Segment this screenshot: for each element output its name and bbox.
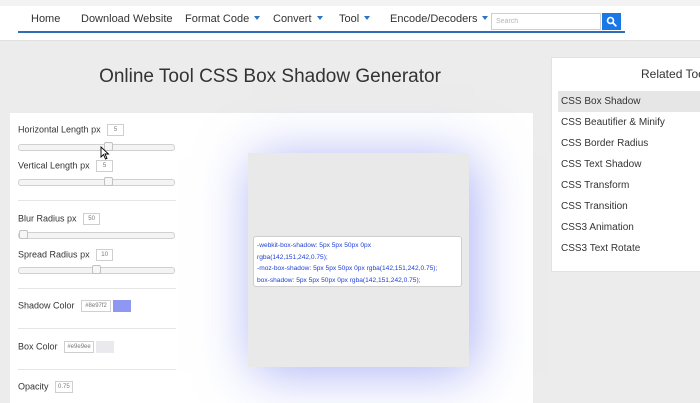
divider <box>18 328 176 329</box>
opacity-value[interactable]: 0.75 <box>55 381 73 393</box>
nav-encode-decoders-label: Encode/Decoders <box>390 13 478 25</box>
related-tools-panel: Related Tools CSS Box Shadow CSS Beautif… <box>551 57 700 272</box>
box-color-value[interactable]: #e9e9ee <box>64 341 95 353</box>
controls-panel: Horizontal Length px 5 Vertical Length p… <box>10 113 185 403</box>
vertical-length-row: Vertical Length px 5 <box>18 160 114 172</box>
divider <box>18 200 176 201</box>
horizontal-length-label: Horizontal Length <box>18 124 89 135</box>
divider <box>18 288 176 289</box>
spread-radius-slider[interactable] <box>18 265 175 274</box>
shadow-color-row: Shadow Color #8e97f2 <box>18 300 132 312</box>
box-color-swatch[interactable] <box>96 341 115 353</box>
nav-home-label: Home <box>31 13 61 25</box>
horizontal-length-slider[interactable] <box>18 142 175 151</box>
spread-radius-row: Spread Radius px 10 <box>18 249 114 261</box>
chevron-down-icon <box>254 16 261 21</box>
shadow-color-label: Shadow Color <box>18 300 75 311</box>
related-item[interactable]: CSS Text Shadow <box>558 154 700 175</box>
spread-radius-value[interactable]: 10 <box>96 249 114 261</box>
code-line: box-shadow: 5px 5px 50px 0px rgba(142,15… <box>257 276 421 284</box>
css-output-box[interactable]: -webkit-box-shadow: 5px 5px 50px 0px rgb… <box>253 236 462 287</box>
box-color-label: Box Color <box>18 341 58 352</box>
chevron-down-icon <box>364 16 371 21</box>
box-color-row: Box Color #e9e9ee <box>18 341 115 353</box>
blur-radius-row: Blur Radius px 50 <box>18 213 101 225</box>
blur-radius-handle[interactable] <box>19 230 28 239</box>
shadow-color-swatch[interactable] <box>113 300 132 312</box>
related-item[interactable]: CSS Beautifier & Minify <box>558 112 700 133</box>
divider <box>18 369 176 370</box>
related-item[interactable]: CSS3 Animation <box>558 217 700 238</box>
unit-label: px <box>80 249 90 260</box>
code-line: -webkit-box-shadow: 5px 5px 50px 0px <box>257 242 371 249</box>
vertical-length-handle[interactable] <box>104 177 113 186</box>
nav-tool-label: Tool <box>339 13 360 25</box>
related-tools-title: Related Tools <box>641 67 700 81</box>
spread-radius-handle[interactable] <box>92 265 101 274</box>
unit-label: px <box>91 124 101 135</box>
page-title: Online Tool CSS Box Shadow Generator <box>99 66 441 87</box>
related-item[interactable]: CSS3 Text Rotate <box>558 238 700 259</box>
blur-radius-slider[interactable] <box>18 230 175 239</box>
browser-strip <box>0 0 700 6</box>
vertical-length-slider[interactable] <box>18 177 175 186</box>
blur-radius-value[interactable]: 50 <box>83 213 101 225</box>
nav-format-code-label: Format Code <box>185 13 250 25</box>
top-navbar: Home Download Website Format Code Conver… <box>0 0 700 41</box>
nav-underline <box>18 31 625 33</box>
nav-convert-label: Convert <box>273 13 312 25</box>
chevron-down-icon <box>482 16 489 21</box>
horizontal-length-value[interactable]: 5 <box>107 124 125 136</box>
nav-encode-decoders[interactable]: Encode/Decoders <box>390 13 489 25</box>
nav-download-website-label: Download Website <box>81 13 173 25</box>
nav-format-code[interactable]: Format Code <box>185 13 261 25</box>
unit-label: px <box>67 213 77 224</box>
code-line: -moz-box-shadow: 5px 5px 50px 0px rgba(1… <box>257 265 438 272</box>
nav-home[interactable]: Home <box>31 13 60 25</box>
shadow-color-value[interactable]: #8e97f2 <box>81 300 112 312</box>
nav-tool[interactable]: Tool <box>339 13 371 25</box>
code-line: rgba(142,151,242,0.75); <box>257 253 328 261</box>
nav-download-website[interactable]: Download Website <box>81 13 173 25</box>
opacity-label: Opacity <box>18 381 49 392</box>
related-item[interactable]: CSS Transform <box>558 175 700 196</box>
related-item[interactable]: CSS Box Shadow <box>558 91 700 112</box>
related-item[interactable]: CSS Transition <box>558 196 700 217</box>
search-icon <box>606 16 617 27</box>
blur-radius-label: Blur Radius <box>18 213 65 224</box>
chevron-down-icon <box>316 16 323 21</box>
opacity-row: Opacity 0.75 <box>18 381 73 393</box>
related-item[interactable]: CSS Border Radius <box>558 133 700 154</box>
nav-convert[interactable]: Convert <box>273 13 323 25</box>
horizontal-length-row: Horizontal Length px 5 <box>18 124 125 136</box>
search-button[interactable] <box>602 13 621 30</box>
spread-radius-label: Spread Radius <box>18 249 78 260</box>
mouse-cursor-icon <box>100 146 110 160</box>
vertical-length-label: Vertical Length <box>18 160 78 171</box>
vertical-length-value[interactable]: 5 <box>96 160 114 172</box>
unit-label: px <box>80 160 90 171</box>
search-input[interactable] <box>491 13 601 30</box>
